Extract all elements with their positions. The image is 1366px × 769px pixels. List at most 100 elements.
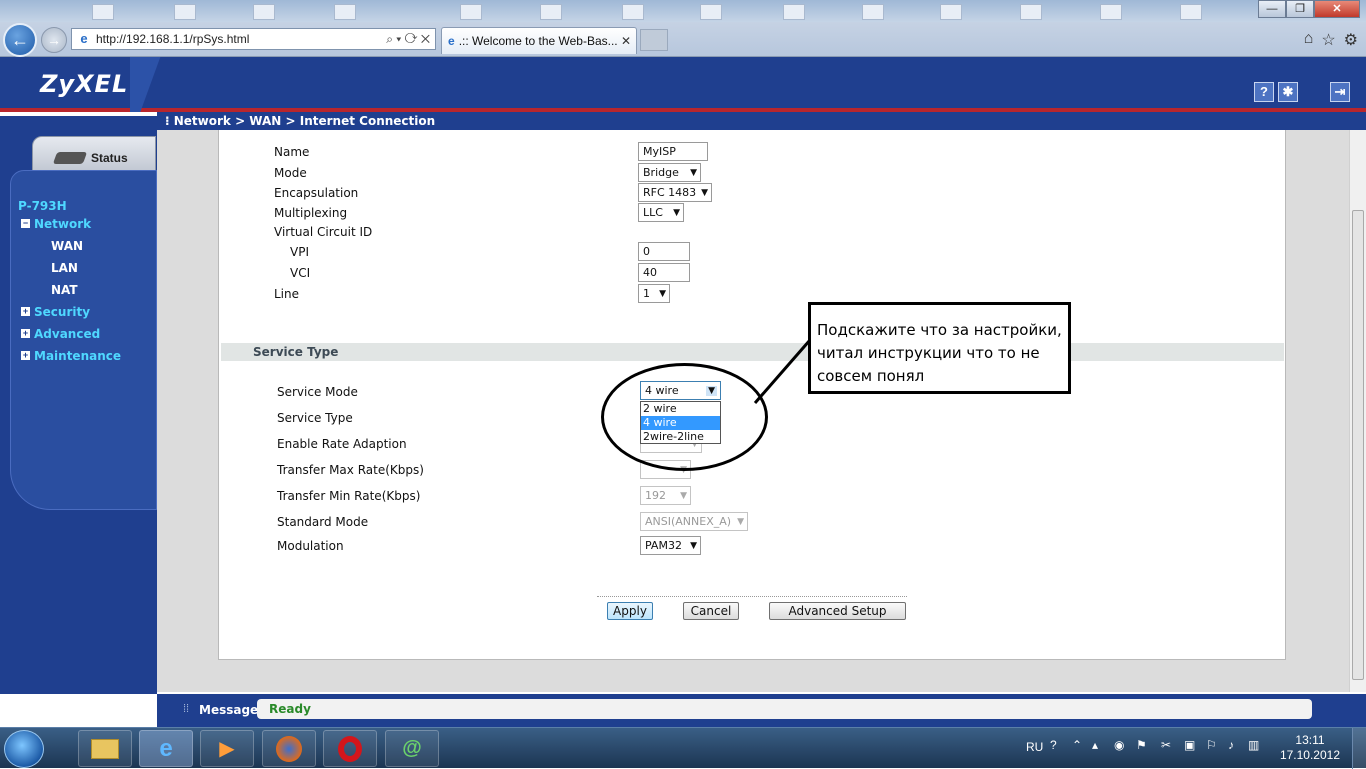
mode-label: Mode [274, 166, 307, 180]
cancel-button[interactable]: Cancel [683, 602, 739, 620]
line-select[interactable]: 1 ▼ [638, 284, 670, 303]
network-tray-icon[interactable]: ⚑ [1136, 738, 1147, 752]
modulation-label: Modulation [277, 539, 344, 553]
modulation-select[interactable]: PAM32 ▼ [640, 536, 701, 555]
mode-select[interactable]: Bridge ▼ [638, 163, 701, 182]
new-tab-button[interactable] [640, 29, 668, 51]
max-rate-label: Transfer Max Rate(Kbps) [277, 463, 424, 477]
nav-item-network[interactable]: Network [34, 217, 91, 231]
multiplexing-label: Multiplexing [274, 206, 348, 220]
button-divider [597, 596, 907, 597]
window-controls: — ❐ ✕ [1258, 0, 1360, 18]
show-desktop-button[interactable] [1352, 728, 1366, 769]
line-select-value: 1 [643, 287, 650, 300]
apply-button[interactable]: Apply [607, 602, 653, 620]
maximize-button[interactable]: ❐ [1286, 0, 1314, 18]
opera-taskbar-icon[interactable] [323, 730, 377, 767]
nav-item-wan[interactable]: WAN [51, 239, 83, 253]
nav-item-maintenance[interactable]: Maintenance [34, 349, 121, 363]
start-button[interactable] [4, 730, 44, 768]
nav-item-advanced[interactable]: Advanced [34, 327, 100, 341]
home-icon[interactable]: ⌂ [1304, 30, 1314, 50]
media-player-taskbar-icon[interactable]: ▶ [200, 730, 254, 767]
explorer-taskbar-icon[interactable] [78, 730, 132, 767]
message-bar: ⁞⁞ Message Ready [157, 694, 1366, 727]
dropdown-arrow-icon: ▼ [690, 168, 697, 178]
language-indicator[interactable]: RU [1026, 740, 1043, 754]
browser-chrome: — ❐ ✕ ← → e http://192.168.1.1/rpSys.htm… [0, 0, 1366, 57]
mail-agent-taskbar-icon[interactable]: @ [385, 730, 439, 767]
tray-flag-icon[interactable]: ⚐ [1206, 738, 1217, 752]
volume-icon[interactable]: ♪ [1228, 738, 1234, 752]
router-device-icon [52, 152, 88, 164]
nav-item-nat[interactable]: NAT [51, 283, 78, 297]
vci-input[interactable]: 40 [638, 263, 690, 282]
wizard-icon[interactable]: ✱ [1278, 82, 1298, 102]
help-tray-icon[interactable]: ? [1050, 738, 1057, 752]
standard-mode-select-value: ANSI(ANNEX_A) [645, 515, 732, 528]
nav-item-security[interactable]: Security [34, 305, 90, 319]
browser-tab[interactable]: e .:: Welcome to the Web-Bas... ✕ [441, 27, 637, 54]
encapsulation-label: Encapsulation [274, 186, 359, 200]
logout-icon[interactable]: ⇥ [1330, 82, 1350, 102]
browser-toolbar-icons: ⌂ ☆ ⚙ [1304, 30, 1358, 50]
media-player-icon: ▶ [219, 738, 235, 760]
back-button[interactable]: ← [3, 23, 37, 57]
standard-mode-select[interactable]: ANSI(ANNEX_A) ▼ [640, 512, 748, 531]
tray-chevron-icon[interactable]: ⌃ [1072, 738, 1082, 752]
settings-gear-icon[interactable]: ⚙ [1344, 30, 1358, 50]
min-rate-select[interactable]: 192 ▼ [640, 486, 691, 505]
desktop-icon [622, 4, 644, 20]
line-label: Line [274, 287, 300, 301]
firefox-taskbar-icon[interactable] [262, 730, 316, 767]
internet-explorer-icon: e [159, 734, 173, 762]
address-tools[interactable]: ⌕ ▾ ⟳ ✕ [386, 32, 435, 47]
ie-taskbar-icon[interactable]: e [139, 730, 193, 767]
close-tab-icon[interactable]: ✕ [621, 34, 631, 48]
forward-button[interactable]: → [41, 27, 67, 53]
rate-adaption-label: Enable Rate Adaption [277, 437, 407, 451]
multiplexing-select[interactable]: LLC ▼ [638, 203, 684, 222]
scrollbar-thumb[interactable] [1352, 210, 1364, 680]
expand-icon[interactable]: + [21, 329, 30, 338]
modulation-select-value: PAM32 [645, 539, 682, 552]
tray-up-arrow-icon[interactable]: ▴ [1092, 738, 1098, 752]
dropdown-arrow-icon: ▼ [690, 541, 697, 551]
expand-icon[interactable]: + [21, 307, 30, 316]
desktop-icon [334, 4, 356, 20]
desktop-strip [0, 0, 1366, 22]
vpi-label: VPI [290, 245, 309, 259]
collapse-icon[interactable]: − [21, 219, 30, 228]
minimize-button[interactable]: — [1258, 0, 1286, 18]
tray-network-icon[interactable]: ▥ [1248, 738, 1259, 752]
left-navigation: Status P-793H − Network WAN LAN NAT + Se… [0, 116, 157, 694]
ie-page-icon: e [80, 31, 88, 46]
dropdown-arrow-icon: ▼ [701, 188, 708, 198]
device-model: P-793H [18, 199, 67, 213]
router-header: ZyXEL ? ✱ ⇥ [0, 57, 1366, 112]
annotation-note: Подскажите что за настройки, читал инстр… [808, 302, 1071, 394]
nav-item-lan[interactable]: LAN [51, 261, 78, 275]
tray-monitor-icon[interactable]: ▣ [1184, 738, 1195, 752]
min-rate-label: Transfer Min Rate(Kbps) [277, 489, 421, 503]
desktop-icon [783, 4, 805, 20]
close-window-button[interactable]: ✕ [1314, 0, 1360, 18]
arrow-left-icon: ← [11, 29, 29, 50]
expand-icon[interactable]: + [21, 351, 30, 360]
name-input[interactable]: MyISP [638, 142, 708, 161]
address-bar[interactable]: e http://192.168.1.1/rpSys.html ⌕ ▾ ⟳ ✕ [71, 28, 436, 50]
favorites-star-icon[interactable]: ☆ [1321, 30, 1335, 50]
advanced-setup-button[interactable]: Advanced Setup [769, 602, 906, 620]
tray-tool-icon[interactable]: ✂ [1161, 738, 1171, 752]
clock[interactable]: 13:11 17.10.2012 [1280, 733, 1340, 763]
virtual-circuit-label: Virtual Circuit ID [274, 225, 373, 239]
address-url[interactable]: http://192.168.1.1/rpSys.html [96, 32, 249, 46]
help-icon[interactable]: ? [1254, 82, 1274, 102]
dropdown-arrow-icon: ▼ [680, 491, 687, 501]
tray-app-icon[interactable]: ◉ [1114, 738, 1124, 752]
vertical-scrollbar[interactable] [1349, 130, 1366, 692]
multiplexing-select-value: LLC [643, 206, 663, 219]
vpi-input[interactable]: 0 [638, 242, 690, 261]
clock-date: 17.10.2012 [1279, 748, 1340, 762]
encapsulation-select[interactable]: RFC 1483 ▼ [638, 183, 712, 202]
